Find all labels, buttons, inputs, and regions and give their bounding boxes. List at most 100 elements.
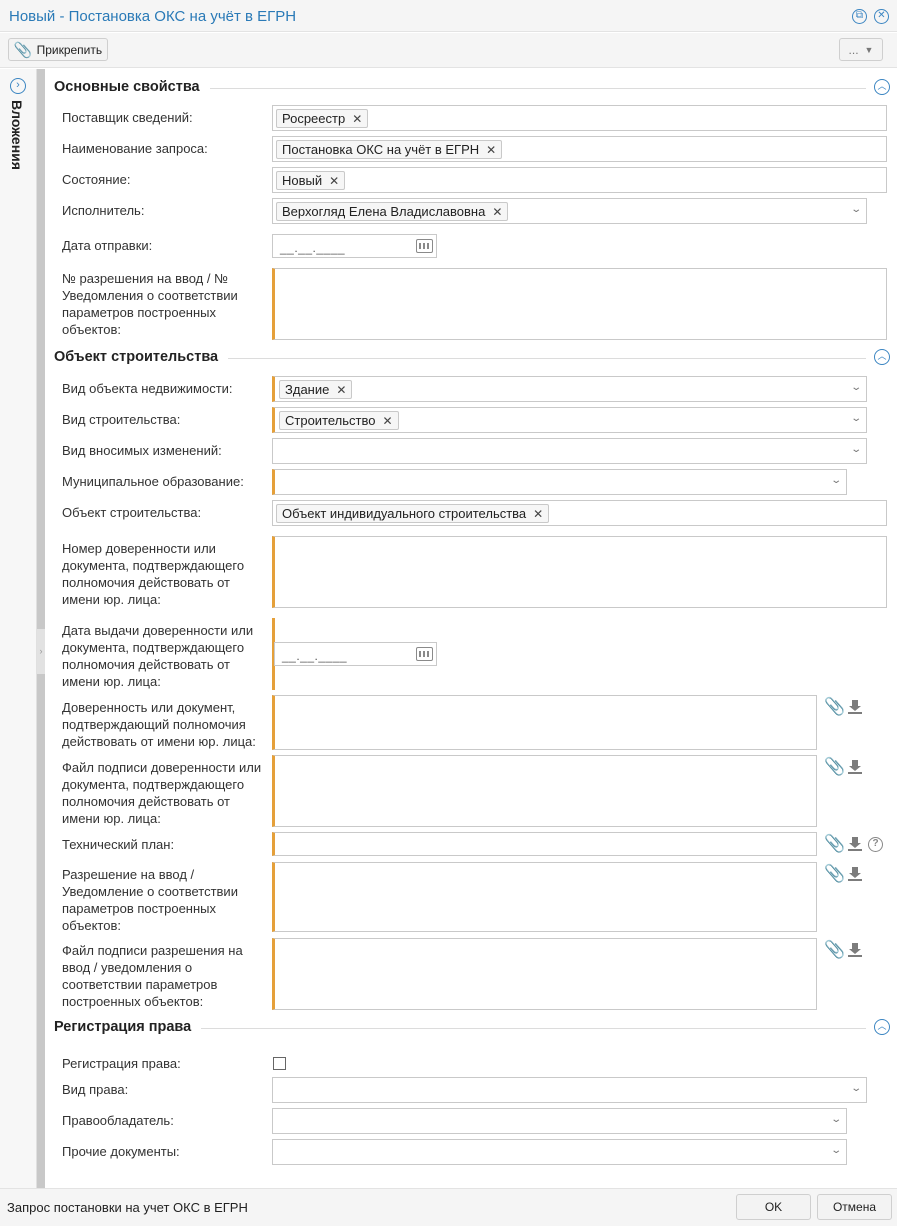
construction-object-field[interactable]: Объект индивидуального строительства ✕ [272, 500, 887, 526]
dialog-footer: Запрос постановки на учет ОКС в ЕГРН OK … [0, 1188, 897, 1226]
cancel-button[interactable]: Отмена [817, 1194, 892, 1220]
splitter[interactable]: › [37, 69, 45, 1188]
collapse-icon[interactable]: ︿ [874, 79, 890, 95]
chevron-down-icon[interactable]: ⌄ [830, 1114, 842, 1125]
date-mask: __.__.____ [282, 649, 348, 663]
chevron-down-icon[interactable]: ⌄ [850, 444, 862, 455]
chevron-down-icon[interactable]: ⌄ [850, 204, 862, 215]
changes-type-select[interactable]: ⌄ [272, 438, 867, 464]
chevron-down-icon[interactable]: ⌄ [850, 1083, 862, 1094]
restore-icon[interactable]: ⧉ [852, 9, 867, 24]
tech-plan-label: Технический план: [62, 837, 175, 852]
download-icon[interactable] [848, 943, 862, 957]
property-type-select[interactable]: Здание ✕ ⌄ [272, 376, 867, 402]
send-date-label: Дата отправки: [62, 238, 153, 253]
more-button-label: ... [848, 42, 859, 57]
tag: Верхогляд Елена Владиславовна ✕ [276, 202, 509, 221]
state-field[interactable]: Новый ✕ [272, 167, 887, 193]
splitter-handle[interactable]: › [37, 629, 45, 674]
download-icon[interactable] [848, 700, 862, 714]
poa-doc-label: Доверенность или документ, подтверждающи… [62, 700, 256, 749]
executor-select[interactable]: Верхогляд Елена Владиславовна ✕ ⌄ [272, 198, 867, 224]
close-icon[interactable]: ✕ [874, 9, 889, 24]
poa-sig-label: Файл подписи доверенности или документа,… [62, 760, 262, 826]
attachments-label[interactable]: Вложения [9, 100, 25, 170]
calendar-icon[interactable] [416, 647, 433, 661]
paperclip-icon[interactable]: 📎 [824, 834, 845, 854]
poa-number-textarea[interactable] [272, 536, 887, 608]
paperclip-icon[interactable]: 📎 [824, 864, 845, 884]
expand-icon[interactable]: › [10, 78, 26, 94]
ok-button-label: OK [764, 1200, 783, 1214]
download-icon[interactable] [848, 837, 862, 851]
tag-text: Постановка ОКС на учёт в ЕГРН [282, 142, 480, 157]
tag-text: Объект индивидуального строительства [282, 506, 527, 521]
collapse-icon[interactable]: ︿ [874, 349, 890, 365]
paperclip-icon[interactable]: 📎 [824, 757, 845, 777]
poa-number-label: Номер доверенности или документа, подтве… [62, 541, 245, 607]
executor-label: Исполнитель: [62, 203, 145, 218]
construction-type-select[interactable]: Строительство ✕ ⌄ [272, 407, 867, 433]
tech-plan-file[interactable] [272, 832, 817, 856]
download-icon[interactable] [848, 867, 862, 881]
chevron-down-icon[interactable]: ⌄ [850, 382, 862, 393]
remove-icon[interactable]: ✕ [336, 383, 346, 397]
send-date-input[interactable]: __.__.____ [272, 234, 437, 258]
other-docs-select[interactable]: ⌄ [272, 1139, 847, 1165]
window-title: Новый - Постановка ОКС на учёт в ЕГРН [9, 8, 297, 25]
permit-textarea[interactable] [272, 268, 887, 340]
chevron-down-icon[interactable]: ⌄ [850, 413, 862, 424]
download-icon[interactable] [848, 760, 862, 774]
request-field[interactable]: Постановка ОКС на учёт в ЕГРН ✕ [272, 136, 887, 162]
tag: Новый ✕ [276, 171, 346, 190]
tag-text: Верхогляд Елена Владиславовна [282, 204, 486, 219]
pin-button[interactable]: 📎 Прикрепить [8, 38, 108, 61]
registration-checkbox[interactable] [273, 1057, 286, 1070]
remove-icon[interactable]: ✕ [352, 112, 362, 126]
file-actions: 📎 [824, 757, 862, 777]
provider-field[interactable]: Росреестр ✕ [272, 105, 887, 131]
collapse-icon[interactable]: ︿ [874, 1019, 890, 1035]
section-basic: Основные свойства ︿ [54, 79, 890, 101]
cancel-button-label: Отмена [832, 1200, 877, 1214]
status-text: Запрос постановки на учет ОКС в ЕГРН [7, 1200, 248, 1215]
ok-button[interactable]: OK [736, 1194, 811, 1220]
remove-icon[interactable]: ✕ [382, 414, 392, 428]
poa-date-input[interactable]: __.__.____ [274, 642, 437, 666]
municipality-select[interactable]: ⌄ [272, 469, 847, 495]
request-label: Наименование запроса: [62, 141, 208, 156]
chevron-down-icon[interactable]: ⌄ [830, 475, 842, 486]
holder-label: Правообладатель: [62, 1113, 174, 1128]
right-type-select[interactable]: ⌄ [272, 1077, 867, 1103]
section-title: Основные свойства [54, 79, 210, 95]
tag-text: Строительство [285, 413, 376, 428]
paperclip-icon[interactable]: 📎 [824, 940, 845, 960]
chevron-down-icon[interactable]: ⌄ [830, 1145, 842, 1156]
tag-text: Здание [285, 382, 330, 397]
file-actions: 📎 [824, 940, 862, 960]
remove-icon[interactable]: ✕ [329, 174, 339, 188]
tag: Росреестр ✕ [276, 109, 369, 128]
poa-sig-file[interactable] [272, 755, 817, 827]
date-mask: __.__.____ [280, 241, 346, 255]
file-actions: 📎 ? [824, 834, 883, 854]
poa-date-label: Дата выдачи доверенности или документа, … [62, 623, 254, 689]
remove-icon[interactable]: ✕ [492, 205, 502, 219]
permit-sig-file[interactable] [272, 938, 817, 1010]
tag-text: Росреестр [282, 111, 346, 126]
section-title: Объект строительства [54, 349, 229, 365]
poa-doc-file[interactable] [272, 695, 817, 750]
permit-file[interactable] [272, 862, 817, 932]
remove-icon[interactable]: ✕ [533, 507, 543, 521]
help-icon[interactable]: ? [868, 836, 883, 852]
tag: Объект индивидуального строительства ✕ [276, 504, 550, 523]
calendar-icon[interactable] [416, 239, 433, 253]
paperclip-icon[interactable]: 📎 [824, 697, 845, 717]
construction-type-label: Вид строительства: [62, 412, 181, 427]
more-button[interactable]: ... ▼ [839, 38, 883, 61]
remove-icon[interactable]: ✕ [486, 143, 496, 157]
holder-select[interactable]: ⌄ [272, 1108, 847, 1134]
municipality-label: Муниципальное образование: [62, 474, 244, 489]
section-object: Объект строительства ︿ [54, 349, 890, 371]
form-content: Основные свойства ︿ Поставщик сведений: … [45, 69, 897, 1188]
